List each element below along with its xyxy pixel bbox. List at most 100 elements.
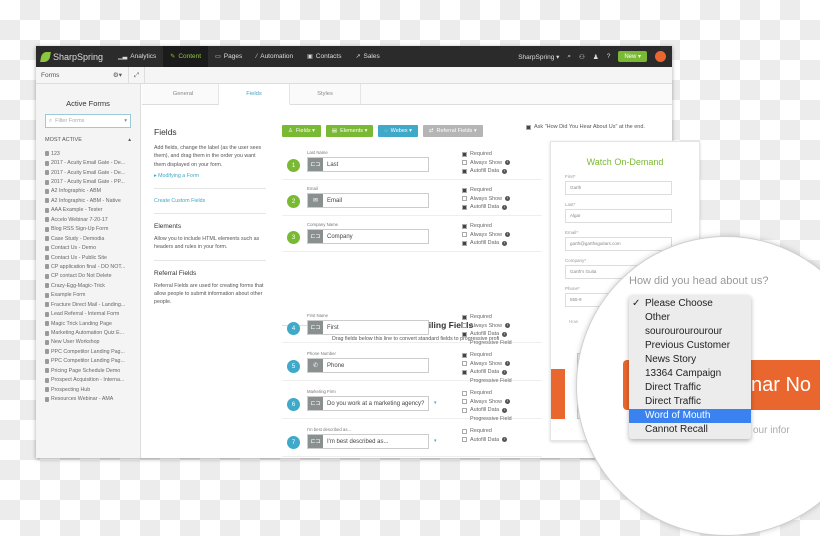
form-list-item[interactable]: 2017 - Acuity Email Gate - De... [45, 158, 134, 167]
option-autofill[interactable]: Autofill Data i [462, 406, 512, 415]
fields-dropdown-button[interactable]: ♙ Fields ▾ [282, 125, 321, 137]
form-list-item[interactable]: Prospecting Hub [45, 385, 134, 394]
expand-icon[interactable]: ⤢ [129, 66, 145, 84]
nav-content[interactable]: ✎ Content [163, 46, 209, 67]
option-required[interactable]: Required [462, 389, 512, 398]
form-list-item[interactable]: Contact Us - Demo [45, 243, 134, 252]
option-required[interactable]: Required [462, 427, 507, 436]
field-input[interactable]: ⊏⊐ I'm best described as... [307, 434, 429, 449]
field-row[interactable]: 1 Last Name ⊏⊐ Last Required Always Show i Auto… [282, 145, 542, 180]
field-input[interactable]: ⊏⊐ First [307, 320, 429, 335]
option-always[interactable]: Always Show i [462, 231, 511, 240]
required-checkbox[interactable] [462, 352, 467, 358]
field-row[interactable]: 2 Email ✉ Email Required Always Show i Autofill… [282, 181, 542, 216]
required-checkbox[interactable] [462, 428, 467, 434]
collapse-icon[interactable]: ▴ [128, 137, 131, 143]
field-input[interactable]: ✉ Email [307, 193, 429, 208]
new-button[interactable]: New ▾ [618, 51, 647, 62]
autofill-checkbox[interactable] [462, 407, 467, 413]
form-list-item[interactable]: PPC Competitor Landing Pag... [45, 357, 134, 366]
tab-fields[interactable]: Fields [219, 84, 290, 105]
form-list-item[interactable]: Case Study - Demodia [45, 234, 134, 243]
dropdown-option[interactable]: Direct Traffic [629, 395, 751, 409]
form-list-item[interactable]: Crazy-Egg-Magic-Trick [45, 281, 134, 290]
option-autofill[interactable]: Autofill Data i [462, 330, 512, 339]
nav-automation[interactable]: ⁄ Automation [249, 46, 300, 67]
dropdown-option[interactable]: Direct Traffic [629, 381, 751, 395]
option-required[interactable]: Required [462, 222, 510, 231]
elements-dropdown-button[interactable]: ▤ Elements ▾ [325, 125, 374, 137]
ask-hear-about-checkbox[interactable]: Ask "How Did You Hear About Us" at the e… [526, 124, 645, 130]
option-required[interactable]: Required [462, 186, 510, 195]
avatar[interactable] [655, 51, 666, 62]
create-custom-fields-link[interactable]: Create Custom Fields [154, 197, 266, 205]
option-always[interactable]: Always Show i [462, 159, 511, 168]
dropdown-option[interactable]: ✓ Please Choose [629, 297, 751, 311]
dropdown-option[interactable]: Word of Mouth [629, 409, 751, 423]
field-row[interactable]: 4 First Name ⊏⊐ First Required Always Show i Au… [282, 308, 542, 346]
option-always[interactable]: Always Show i [462, 322, 512, 331]
autofill-checkbox[interactable] [462, 168, 467, 174]
dropdown-option[interactable]: 13364 Campaign [629, 367, 751, 381]
autofill-checkbox[interactable] [462, 331, 467, 337]
gear-icon[interactable]: ⚙▾ [113, 71, 122, 79]
option-autofill[interactable]: Autofill Data i [462, 368, 512, 377]
option-autofill[interactable]: Autofill Data i [462, 167, 510, 176]
filter-forms-input[interactable]: ⌕ Filter Forms ▾ [45, 114, 131, 128]
option-autofill[interactable]: Autofill Data i [462, 436, 508, 445]
field-input[interactable]: ⊏⊐ Company [307, 229, 429, 244]
required-checkbox[interactable] [462, 151, 467, 157]
option-autofill[interactable]: Autofill Data i [462, 203, 510, 212]
field-row[interactable]: 5 Phone Number ✆ Phone Required Always Show i A… [282, 346, 542, 384]
hear-about-dropdown[interactable]: ✓ Please Choose Other sourourourourour Previ… [629, 295, 751, 439]
field-input[interactable]: ⊏⊐ Do you work at a marketing agency? [307, 396, 429, 411]
form-list-item[interactable]: CP contact Do Not Delete [45, 272, 134, 281]
dropdown-option[interactable]: Other [629, 311, 751, 325]
option-always[interactable]: Always Show i [462, 195, 511, 204]
nav-contacts[interactable]: ▣ Contacts [300, 46, 348, 67]
preview-field-input[interactable]: Algar [565, 209, 672, 223]
field-row[interactable]: 7 I'm best described as... ⊏⊐ I'm best desc… [282, 422, 542, 457]
required-checkbox[interactable] [462, 187, 467, 193]
form-list-item[interactable]: Contact Us - Public Site [45, 253, 134, 262]
form-list-item[interactable]: A2 Infographic - ABM [45, 187, 134, 196]
form-list-item[interactable]: 2017 - Acuity Email Gate - De... [45, 168, 134, 177]
autofill-checkbox[interactable] [462, 204, 467, 210]
option-autofill[interactable]: Autofill Data i [462, 239, 510, 248]
form-list-item[interactable]: Lead Referral - Internal Form [45, 309, 134, 318]
form-list-item[interactable]: 123 [45, 149, 134, 158]
option-always[interactable]: Always Show i [462, 360, 512, 369]
required-checkbox[interactable] [462, 223, 467, 229]
preview-field-input[interactable]: garth@garthsguitars.com [565, 237, 672, 251]
required-checkbox[interactable] [462, 314, 467, 320]
tab-general[interactable]: General [148, 84, 219, 104]
referral-fields-dropdown-button[interactable]: ⇄ Referral Fields ▾ [422, 125, 483, 137]
form-list-item[interactable]: Pricing Page Schedule Demo [45, 366, 134, 375]
form-list-item[interactable]: A2 Infographic - ABM - Native [45, 196, 134, 205]
nav-analytics[interactable]: ▁▃ Analytics [111, 46, 163, 67]
autofill-checkbox[interactable] [462, 369, 467, 375]
user-icon[interactable]: ♟ [593, 53, 599, 61]
autofill-checkbox[interactable] [462, 240, 467, 246]
dropdown-option[interactable]: Cannot Recall [629, 423, 751, 437]
form-list-item[interactable]: New User Workshop [45, 338, 134, 347]
autofill-checkbox[interactable] [462, 437, 467, 443]
always-checkbox[interactable] [462, 361, 467, 367]
form-list-item[interactable]: PPC Competitor Landing Pag... [45, 347, 134, 356]
option-required[interactable]: Required [462, 351, 512, 360]
webex-dropdown-button[interactable]: ◌ Webex ▾ [378, 125, 418, 137]
dropdown-option[interactable]: sourourourourour [629, 325, 751, 339]
form-list-item[interactable]: Prospect Acquisition - Interna... [45, 376, 134, 385]
field-input[interactable]: ✆ Phone [307, 358, 429, 373]
chevron-down-icon[interactable]: ▾ [434, 400, 437, 406]
form-list-item[interactable]: AAA Example - Tester [45, 206, 134, 215]
always-checkbox[interactable] [462, 160, 467, 166]
dropdown-option[interactable]: Previous Customer [629, 339, 751, 353]
option-always[interactable]: Always Show i [462, 398, 512, 407]
form-list-item[interactable]: Marketing Automation Quiz E... [45, 328, 134, 337]
form-list-item[interactable]: 2017 - Acuity Email Gate - PP... [45, 177, 134, 186]
preview-field-input[interactable]: Garth [565, 181, 672, 195]
dropdown-option[interactable]: News Story [629, 353, 751, 367]
account-menu[interactable]: SharpSpring ▾ [518, 53, 559, 61]
always-checkbox[interactable] [462, 196, 467, 202]
